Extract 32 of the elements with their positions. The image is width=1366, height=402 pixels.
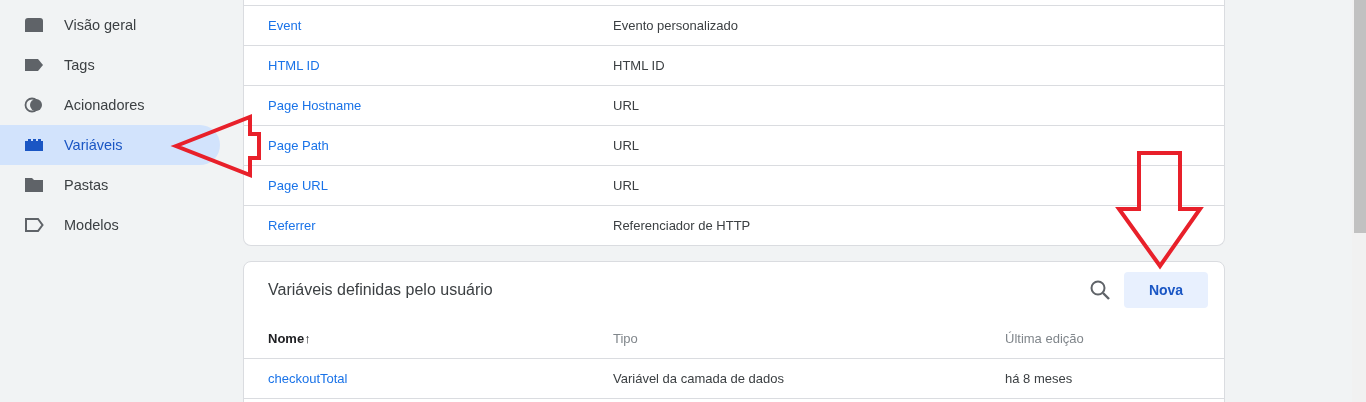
circles-icon bbox=[24, 95, 44, 115]
variable-link[interactable]: Page Hostname bbox=[268, 98, 362, 113]
folder-icon bbox=[24, 175, 44, 195]
sidebar-item[interactable]: Variáveis bbox=[0, 125, 220, 165]
table-cell-text: Evento personalizado bbox=[613, 18, 740, 33]
table-cell-text: URL bbox=[613, 138, 640, 153]
column-header[interactable]: Última edição bbox=[1005, 330, 1084, 346]
variable-link[interactable]: Referrer bbox=[268, 218, 316, 233]
overview-icon bbox=[24, 15, 44, 35]
sidebar-item[interactable]: Acionadores bbox=[0, 85, 220, 125]
table-cell-text: HTML ID bbox=[613, 58, 666, 73]
variable-link[interactable]: Event bbox=[268, 18, 302, 33]
table-cell-text: URL bbox=[613, 98, 640, 113]
column-header[interactable]: Nome↑ bbox=[268, 330, 311, 346]
table-cell-text: Variável da camada de dados bbox=[613, 371, 786, 386]
sidebar-item[interactable]: Modelos bbox=[0, 205, 220, 245]
column-header[interactable]: Tipo bbox=[613, 330, 638, 346]
search-icon[interactable] bbox=[1088, 278, 1112, 302]
sidebar-item[interactable]: Visão geral bbox=[0, 5, 220, 45]
card-title: Variáveis definidas pelo usuário bbox=[268, 281, 494, 299]
table-cell-text: Referenciador de HTTP bbox=[613, 218, 752, 233]
table-cell-text: há 8 meses bbox=[1005, 371, 1074, 386]
variable-link[interactable]: Page URL bbox=[268, 178, 328, 193]
variable-link[interactable]: Page Path bbox=[268, 138, 329, 153]
new-button[interactable]: Nova bbox=[1124, 272, 1208, 308]
sidebar-item[interactable]: Tags bbox=[0, 45, 220, 85]
variable-link[interactable]: HTML ID bbox=[268, 58, 320, 73]
sidebar-item[interactable]: Pastas bbox=[0, 165, 220, 205]
tag-outline-icon bbox=[24, 215, 44, 235]
scrollbar-thumb[interactable] bbox=[1354, 0, 1366, 233]
table-cell-text: URL bbox=[613, 178, 640, 193]
variable-link[interactable]: checkoutTotal bbox=[268, 371, 348, 386]
